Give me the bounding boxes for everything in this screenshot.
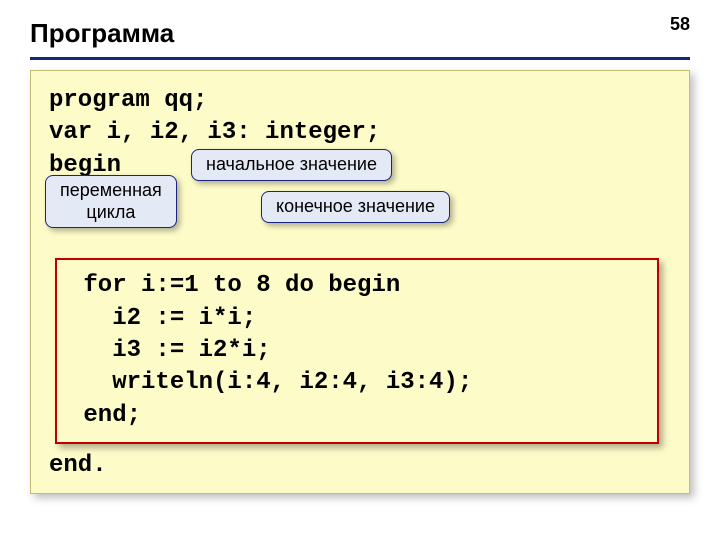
- code-line: writeln(i:4, i2:4, i3:4);: [69, 367, 645, 399]
- code-block: program qq; var i, i2, i3: integer; begi…: [30, 70, 690, 494]
- code-line: end;: [69, 400, 645, 432]
- code-line: i3 := i2*i;: [69, 335, 645, 367]
- title-divider: [30, 57, 690, 60]
- loop-box: for i:=1 to 8 do begin i2 := i*i; i3 := …: [55, 258, 659, 444]
- code-line: i2 := i*i;: [69, 303, 645, 335]
- code-line: var i, i2, i3: integer;: [49, 117, 671, 149]
- callout-loop-variable: переменная цикла: [45, 175, 177, 228]
- code-line: program qq;: [49, 85, 671, 117]
- callout-text: цикла: [86, 202, 135, 222]
- code-line: end.: [49, 450, 671, 482]
- page-number: 58: [670, 14, 690, 35]
- slide-title: Программа: [30, 18, 690, 49]
- code-line: for i:=1 to 8 do begin: [69, 270, 645, 302]
- callout-initial-value: начальное значение: [191, 149, 392, 181]
- callout-final-value: конечное значение: [261, 191, 450, 223]
- callout-text: переменная: [60, 180, 162, 200]
- slide: 58 Программа program qq; var i, i2, i3: …: [0, 0, 720, 540]
